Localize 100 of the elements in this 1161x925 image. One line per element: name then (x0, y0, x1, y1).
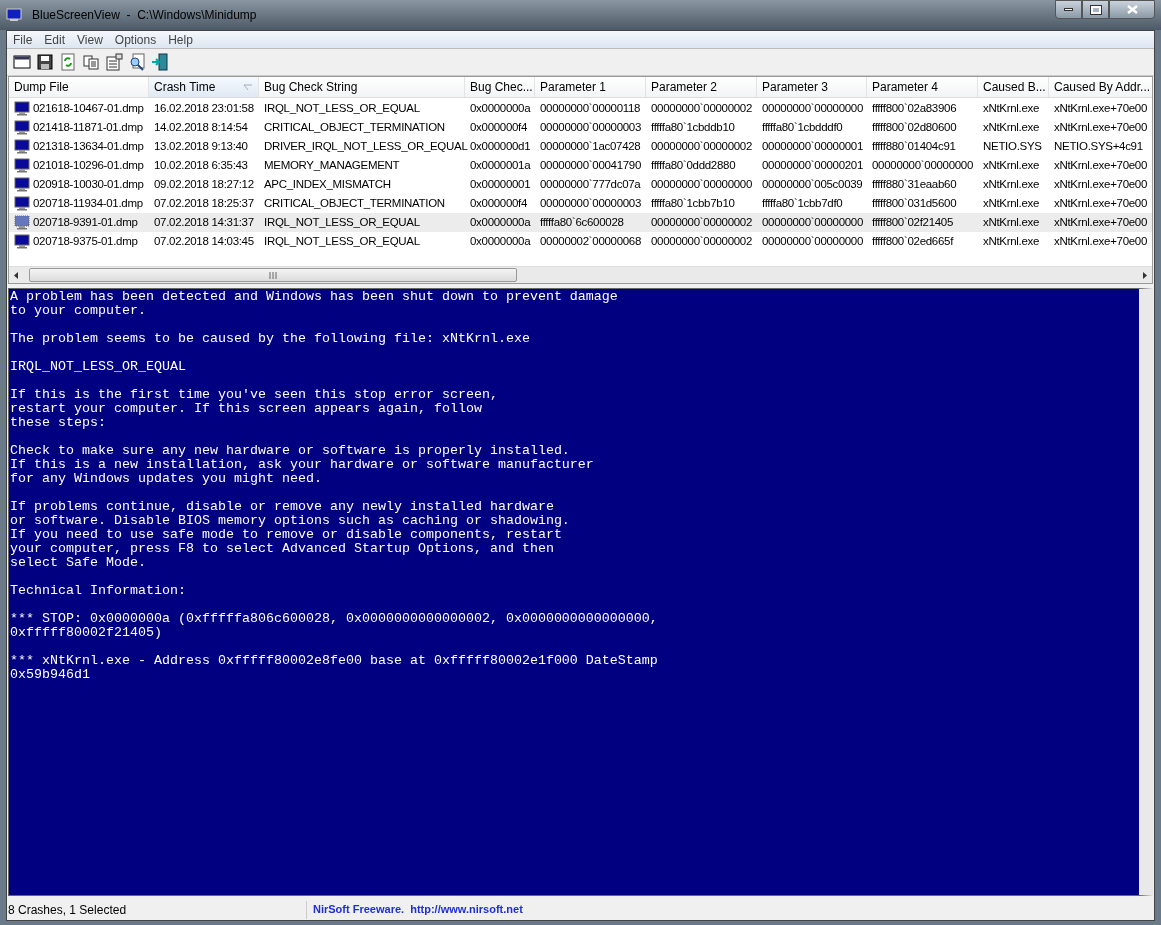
table-cell-text: 00000000`00000003 (540, 119, 642, 135)
column-header[interactable]: Parameter 3 (757, 77, 867, 97)
table-cell-text: 020718-9375-01.dmp (33, 233, 138, 249)
error-text: The problem seems to be caused by the following file: xNtKrnl.exe (10, 332, 531, 346)
table-cell-text: 00000000`00000003 (540, 195, 642, 211)
monitor-icon (14, 139, 30, 154)
column-header[interactable]: Bug Chec... (465, 77, 535, 97)
table-cell-text: 020718-11934-01.dmp (33, 195, 143, 211)
monitor-icon (14, 196, 30, 211)
table-cell-text: fffff800`02ed665f (872, 233, 954, 249)
table-cell-text: xNtKrnl.exe (983, 214, 1040, 230)
table-cell-text: fffff800`031d5600 (872, 195, 957, 211)
table-cell-text: 07.02.2018 14:31:37 (154, 214, 254, 230)
menu-item[interactable]: View (71, 30, 109, 49)
table-cell-text: xNtKrnl.exe (983, 157, 1040, 173)
table-cell-text: 021418-11871-01.dmp (33, 119, 143, 135)
table-cell-text: fffffa80`6c600028 (540, 214, 624, 230)
error-text: IRQL_NOT_LESS_OR_EQUAL (10, 360, 187, 374)
minimize-button[interactable] (1055, 0, 1082, 19)
table-cell-text: 00000000`00000000 (762, 233, 864, 249)
table-cell-text: xNtKrnl.exe (983, 100, 1040, 116)
column-header[interactable]: Parameter 2 (646, 77, 757, 97)
column-header[interactable]: Crash Time (149, 77, 259, 97)
table-cell-text: 00000000`777dc07a (540, 176, 641, 192)
search-icon[interactable] (128, 53, 146, 71)
menu-item[interactable]: File (7, 30, 39, 49)
column-header[interactable]: Dump File (9, 77, 149, 97)
error-text: A problem has been detected and Windows has been shut down to prevent damage to your computer. (10, 290, 619, 318)
table-cell-text: 00000000`00000118 (540, 100, 641, 116)
table-cell-text: xNtKrnl.exe (983, 176, 1040, 192)
column-header[interactable]: Caused B... (978, 77, 1049, 97)
table-cell-text: xNtKrnl.exe+70e00 (1054, 195, 1148, 211)
table-row[interactable]: 020718-9391-01.dmp 07.02.2018 14:31:37 IRQL_NOT_LESS_OR_EQUAL 0x0000000a fffffa80`6c600028 00000000`00000002 00000000`00000000 fffff800`02f21405 xNtKrnl.exe xNtKrnl.exe+70e00 (9, 213, 1152, 232)
table-cell-text: fffffa80`1cbdddf0 (762, 119, 843, 135)
table-cell-text: xNtKrnl.exe+70e00 (1054, 100, 1148, 116)
table-cell-text: 00000000`00000002 (651, 233, 753, 249)
monitor-icon (14, 215, 30, 230)
table-cell-text: xNtKrnl.exe+70e00 (1054, 157, 1148, 173)
table-cell-text: 0x0000000a (470, 100, 531, 116)
menu-item[interactable]: Edit (38, 30, 72, 49)
column-header[interactable]: Parameter 1 (535, 77, 646, 97)
menu-item[interactable]: Help (162, 30, 199, 49)
table-cell-text: IRQL_NOT_LESS_OR_EQUAL (264, 214, 420, 230)
table-cell-text: CRITICAL_OBJECT_TERMINATION (264, 119, 445, 135)
menu-item[interactable]: Options (108, 30, 163, 49)
maximize-button[interactable] (1082, 0, 1109, 19)
error-text: If this is the first time you've seen this stop error screen, restart your computer. If this screen appears again, follow these steps: (10, 388, 499, 430)
table-cell-text: fffff800`02f21405 (872, 214, 954, 230)
error-text: If problems continue, disable or remove any newly installed hardware or software. Disable BIOS memory options such as caching or shadowing. If you need to use safe mode to remove or disable components, restart your computer, press F8 to select Advanced Startup Options, and then select Safe Mode. (10, 500, 571, 570)
window-title: BlueScreenView - C:\Windows\Minidump (32, 7, 257, 24)
table-cell-text: DRIVER_IRQL_NOT_LESS_OR_EQUAL (264, 138, 468, 154)
table-cell-text: 00000000`00000002 (651, 138, 753, 154)
table-cell-text: 021618-10467-01.dmp (33, 100, 144, 116)
table-cell-text: 0x0000000a (470, 233, 531, 249)
table-cell-text: fffff880`01404c91 (872, 138, 956, 154)
table-cell-text: 00000000`00000000 (762, 100, 864, 116)
table-cell-text: IRQL_NOT_LESS_OR_EQUAL (264, 233, 420, 249)
table-cell-text: fffffa80`1cbddb10 (651, 119, 735, 135)
table-cell-text: 0x000000d1 (470, 138, 531, 154)
exit-icon[interactable] (151, 53, 169, 71)
monitor-icon (6, 7, 22, 23)
table-cell-text: fffff800`02a83906 (872, 100, 957, 116)
table-cell-text: 00000000`00000201 (762, 157, 864, 173)
table-cell-text: NETIO.SYS (983, 138, 1042, 154)
table-cell-text: xNtKrnl.exe (983, 195, 1040, 211)
table-cell-text: xNtKrnl.exe (983, 233, 1040, 249)
column-header[interactable]: Bug Check String (259, 77, 465, 97)
table-cell-text: fffff800`02d80600 (872, 119, 957, 135)
nirsoft-link[interactable]: NirSoft Freeware. http://www.nirsoft.net (313, 901, 523, 918)
monitor-icon (14, 158, 30, 173)
table-cell-text: APC_INDEX_MISMATCH (264, 176, 391, 192)
table-cell-text: 0x000000f4 (470, 195, 528, 211)
error-text: *** xNtKrnl.exe - Address 0xfffff80002e8fe00 base at 0xfffff80002e1f000 DateStamp 0x59b946d1 (10, 654, 659, 682)
table-cell-text: 00000000`00000000 (651, 176, 753, 192)
save-icon[interactable] (36, 53, 54, 71)
table-cell-text: xNtKrnl.exe+70e00 (1054, 233, 1148, 249)
table-cell-text: 020718-9391-01.dmp (33, 214, 138, 230)
table-cell-text: fffffa80`0ddd2880 (651, 157, 736, 173)
properties-icon[interactable] (105, 53, 123, 71)
table-cell-text: 0x00000001 (470, 176, 531, 192)
column-header[interactable]: Parameter 4 (867, 77, 978, 97)
error-text: *** STOP: 0x0000000a (0xfffffa806c600028, 0x0000000000000002, 0x0000000000000000, 0xfffff80002f21405) (10, 612, 659, 640)
close-button[interactable] (1109, 0, 1155, 19)
table-cell-text: 00000000`00041790 (540, 157, 642, 173)
table-cell-text: 021318-13634-01.dmp (33, 138, 144, 154)
table-cell-text: 00000002`00000068 (540, 233, 642, 249)
sort-arrow-icon (243, 83, 253, 91)
copy-icon[interactable] (82, 53, 100, 71)
table-cell-text: 00000000`005c0039 (762, 176, 863, 192)
table-cell-text: xNtKrnl.exe (983, 119, 1040, 135)
window-icon[interactable] (13, 53, 31, 71)
monitor-icon (14, 234, 30, 249)
scrollbar-thumb[interactable] (29, 268, 517, 282)
table-cell-text: 00000000`00000002 (651, 100, 753, 116)
table-cell-text: 00000000`00000000 (872, 157, 974, 173)
table-cell-text: 16.02.2018 23:01:58 (154, 100, 254, 116)
close-icon (1126, 5, 1138, 14)
table-cell-text: 020918-10030-01.dmp (33, 176, 144, 192)
table-cell-text: MEMORY_MANAGEMENT (264, 157, 400, 173)
refresh-icon[interactable] (59, 53, 77, 71)
